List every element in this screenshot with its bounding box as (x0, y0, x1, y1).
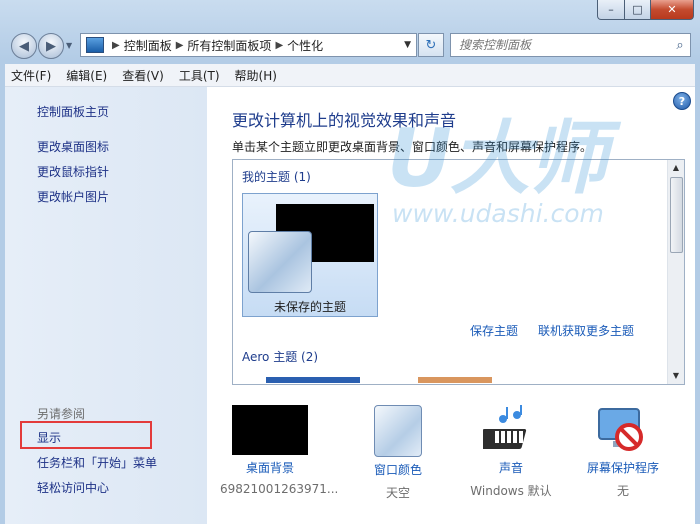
breadcrumb-all-items[interactable]: 所有控制面板项 (187, 37, 271, 54)
page-title: 更改计算机上的视觉效果和声音 (232, 111, 457, 130)
forward-button[interactable]: ▶ (38, 33, 64, 59)
recent-pages-dropdown[interactable]: ▼ (66, 41, 72, 50)
get-more-themes-link[interactable]: 联机获取更多主题 (538, 322, 634, 339)
theme-window-thumbnail (248, 231, 312, 293)
task-pane: 控制面板主页 更改桌面图标 更改鼠标指针 更改帐户图片 另请参阅 显示 任务栏和… (5, 87, 207, 524)
address-bar[interactable]: ▶ 控制面板 ▶ 所有控制面板项 ▶ 个性化 ▼ (80, 33, 417, 57)
scroll-up-icon[interactable]: ▲ (668, 160, 684, 176)
item-value: 69821001263971... (220, 482, 339, 496)
caption-buttons: – □ ✕ (597, 0, 694, 20)
item-label: 屏幕保护程序 (586, 461, 659, 475)
window-color-item[interactable]: 窗口颜色 天空 (348, 405, 448, 501)
link-control-panel-home[interactable]: 控制面板主页 (37, 103, 109, 120)
scrollbar-thumb[interactable] (670, 177, 683, 253)
chevron-right-icon[interactable]: ▶ (275, 40, 283, 51)
menu-view[interactable]: 查看(V) (122, 67, 164, 84)
page-subtitle: 单击某个主题立即更改桌面背景、窗口颜色、声音和屏幕保护程序。 (232, 140, 593, 154)
arrow-right-icon: ▶ (46, 38, 56, 54)
item-value: 无 (616, 484, 629, 498)
control-panel-icon (86, 37, 104, 53)
link-ease-of-access[interactable]: 轻松访问中心 (37, 479, 109, 496)
item-value: 天空 (385, 486, 410, 500)
breadcrumb-control-panel[interactable]: 控制面板 (124, 37, 172, 54)
arrow-left-icon: ◀ (19, 38, 29, 54)
item-label: 桌面背景 (245, 461, 294, 475)
help-icon[interactable]: ? (673, 92, 691, 110)
chevron-right-icon[interactable]: ▶ (176, 40, 184, 51)
sounds-icon (477, 405, 539, 455)
gallery-scrollbar[interactable]: ▲ ▼ (667, 160, 684, 384)
group-my-themes: 我的主题 (1) (242, 170, 311, 184)
theme-aero-2[interactable] (418, 377, 492, 383)
group-aero-themes: Aero 主题 (2) (242, 350, 319, 364)
desktop-background-icon (232, 405, 308, 455)
minimize-button[interactable]: – (597, 0, 625, 20)
theme-gallery: 我的主题 (1) 未保存的主题 保存主题 联机获取更多主题 Aero 主题 (2… (232, 159, 685, 385)
chevron-right-icon[interactable]: ▶ (112, 40, 120, 51)
maximize-button[interactable]: □ (625, 0, 651, 20)
breadcrumb-personalization[interactable]: 个性化 (287, 37, 323, 54)
scroll-down-icon[interactable]: ▼ (668, 368, 684, 384)
content-pane: ? 更改计算机上的视觉效果和声音 单击某个主题立即更改桌面背景、窗口颜色、声音和… (207, 87, 695, 524)
refresh-button[interactable]: ↻ (418, 33, 444, 57)
search-box[interactable]: ⌕ (450, 33, 691, 57)
theme-aero-1[interactable] (266, 377, 360, 383)
search-icon[interactable]: ⌕ (670, 38, 690, 53)
close-button[interactable]: ✕ (651, 0, 694, 20)
screen-saver-icon (595, 405, 651, 455)
sounds-item[interactable]: 声音 Windows 默认 (461, 405, 561, 499)
link-taskbar-start-menu[interactable]: 任务栏和「开始」菜单 (37, 454, 157, 471)
theme-label: 未保存的主题 (273, 300, 346, 314)
menu-help[interactable]: 帮助(H) (235, 67, 277, 84)
navigation-row: ◀ ▶ ▼ ▶ 控制面板 ▶ 所有控制面板项 ▶ 个性化 ▼ ↻ ⌕ (0, 31, 700, 59)
menu-file[interactable]: 文件(F) (11, 67, 51, 84)
link-change-account-picture[interactable]: 更改帐户图片 (37, 188, 109, 205)
item-label: 声音 (498, 461, 523, 475)
item-value: Windows 默认 (470, 484, 552, 498)
screen-saver-item[interactable]: 屏幕保护程序 无 (573, 405, 673, 499)
save-theme-link[interactable]: 保存主题 (470, 322, 518, 339)
search-input[interactable] (457, 37, 670, 53)
link-change-desktop-icons[interactable]: 更改桌面图标 (37, 138, 109, 155)
menu-tools[interactable]: 工具(T) (179, 67, 220, 84)
desktop-background-item[interactable]: 桌面背景 69821001263971... (220, 405, 339, 496)
see-also-heading: 另请参阅 (37, 407, 86, 421)
link-change-mouse-pointers[interactable]: 更改鼠标指针 (37, 163, 109, 180)
theme-unsaved[interactable]: 未保存的主题 (242, 193, 378, 317)
personalization-window: – □ ✕ ◀ ▶ ▼ ▶ 控制面板 ▶ 所有控制面板项 ▶ 个性化 ▼ ↻ ⌕… (0, 0, 700, 524)
menu-edit[interactable]: 编辑(E) (66, 67, 107, 84)
window-color-icon (374, 405, 422, 457)
link-display[interactable]: 显示 (37, 429, 61, 446)
back-button[interactable]: ◀ (11, 33, 37, 59)
address-dropdown-icon[interactable]: ▼ (404, 40, 411, 50)
menu-bar: 文件(F) 编辑(E) 查看(V) 工具(T) 帮助(H) (5, 64, 695, 87)
refresh-icon: ↻ (425, 37, 437, 53)
item-label: 窗口颜色 (373, 463, 422, 477)
